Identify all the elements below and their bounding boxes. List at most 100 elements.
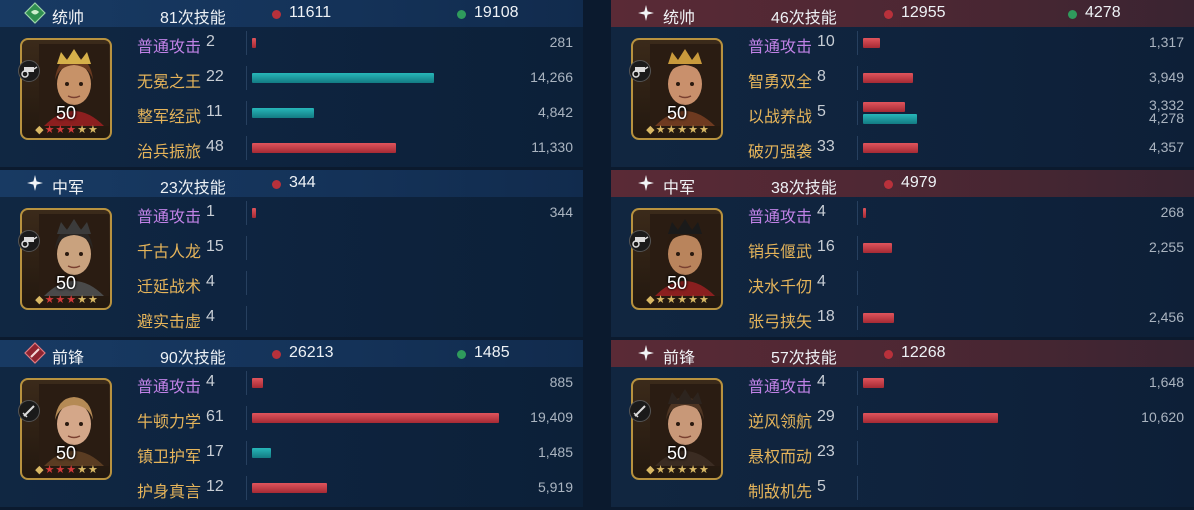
role-label: 统帅: [52, 10, 85, 27]
skill-row[interactable]: 普通攻击 4 1,648: [748, 368, 1194, 398]
divider: [246, 306, 247, 330]
skill-name: 破刃强袭: [748, 144, 813, 161]
skill-count: 38次技能: [771, 180, 837, 197]
heal-total: 1485: [474, 344, 510, 361]
heal-value: 4,842: [537, 104, 573, 120]
divider: [857, 201, 858, 225]
general-portrait[interactable]: 50 ◆★★★★★: [629, 208, 723, 310]
damage-value: 11,330: [531, 139, 573, 155]
skill-row[interactable]: 护身真言 12 5,919: [137, 473, 583, 503]
general-portrait[interactable]: 50 ◆★★★★★: [18, 38, 112, 140]
skill-row[interactable]: 无冕之王 22 14,266: [137, 63, 583, 93]
skill-row[interactable]: 牛顿力学 61 19,409: [137, 403, 583, 433]
skill-name: 普通攻击: [748, 379, 813, 396]
skill-row[interactable]: 销兵偃武 16 2,255: [748, 233, 1194, 263]
skill-name: 以战养战: [748, 109, 813, 126]
damage-value: 268: [1160, 204, 1184, 220]
skill-row[interactable]: 迁延战术 4: [137, 268, 583, 298]
star-rating: ◆★★★★★: [35, 294, 99, 306]
divider: [246, 66, 247, 90]
section-header: 前锋 90次技能 26213 1485: [0, 340, 583, 367]
skill-row[interactable]: 普通攻击 4 885: [137, 368, 583, 398]
general-portrait[interactable]: 50 ◆★★★★★: [629, 38, 723, 140]
damage-value: 1,648: [1148, 374, 1184, 390]
red-sword-diamond-icon: [24, 342, 46, 364]
skill-name: 护身真言: [137, 484, 202, 501]
skill-cast-count: 11: [206, 103, 223, 120]
star-rating: ◆★★★★★: [646, 464, 710, 476]
heal-value: 1,485: [537, 444, 573, 460]
divider: [857, 441, 858, 465]
section-header: 前锋 57次技能 12268: [611, 340, 1194, 367]
skill-cast-count: 16: [817, 238, 835, 255]
skill-cast-count: 1: [206, 203, 215, 220]
skill-row[interactable]: 悬权而动 23: [748, 438, 1194, 468]
skill-row[interactable]: 避实击虚 4: [137, 303, 583, 333]
damage-bar: [252, 38, 256, 48]
damage-value: 3,949: [1148, 69, 1184, 85]
damage-value: 885: [549, 374, 573, 390]
damage-value: 10,620: [1141, 409, 1184, 425]
chariot-icon: [18, 230, 40, 252]
general-portrait[interactable]: 50 ◆★★★★★: [18, 378, 112, 480]
skill-name: 牛顿力学: [137, 414, 202, 431]
skill-name: 张弓挟矢: [748, 314, 813, 331]
damage-bar: [252, 143, 396, 153]
skill-row[interactable]: 镇卫护军 17 1,485: [137, 438, 583, 468]
skill-row[interactable]: 决水千仞 4: [748, 268, 1194, 298]
heal-dot-icon: [457, 350, 466, 359]
skill-row[interactable]: 千古人龙 15: [137, 233, 583, 263]
skill-cast-count: 4: [206, 273, 215, 290]
divider: [246, 441, 247, 465]
skill-cast-count: 29: [817, 408, 835, 425]
divider: [246, 271, 247, 295]
skill-name: 迁延战术: [137, 279, 202, 296]
damage-bar: [252, 378, 263, 388]
skill-name: 避实击虚: [137, 314, 202, 331]
star-rating: ◆★★★★★: [35, 124, 99, 136]
skill-row[interactable]: 治兵振旅 48 11,330: [137, 133, 583, 163]
skill-name: 整军经武: [137, 109, 202, 126]
divider: [246, 406, 247, 430]
skill-cast-count: 12: [206, 478, 224, 495]
damage-value: 5,919: [537, 479, 573, 495]
divider: [857, 476, 858, 500]
skill-cast-count: 17: [206, 443, 224, 460]
skill-row[interactable]: 制敌机先 5: [748, 473, 1194, 503]
skill-row[interactable]: 以战养战 5 3,332 4,278: [748, 97, 1194, 128]
damage-total: 12955: [901, 4, 946, 21]
damage-value: 2,255: [1148, 239, 1184, 255]
skill-row[interactable]: 破刃强袭 33 4,357: [748, 133, 1194, 163]
skill-row[interactable]: 普通攻击 2 281: [137, 28, 583, 58]
skill-row[interactable]: 张弓挟矢 18 2,456: [748, 303, 1194, 333]
skill-row[interactable]: 逆风领航 29 10,620: [748, 403, 1194, 433]
divider: [246, 476, 247, 500]
divider: [857, 236, 858, 260]
sword-icon: [629, 400, 651, 422]
general-portrait[interactable]: 50 ◆★★★★★: [629, 378, 723, 480]
damage-value: 1,317: [1148, 34, 1184, 50]
skill-cast-count: 10: [817, 33, 835, 50]
skill-name: 千古人龙: [137, 244, 202, 261]
skill-row[interactable]: 普通攻击 10 1,317: [748, 28, 1194, 58]
skill-cast-count: 5: [817, 478, 826, 495]
heal-bar: [252, 73, 434, 83]
skill-row[interactable]: 整军经武 11 4,842: [137, 98, 583, 128]
general-level: 50: [55, 273, 77, 293]
divider: [246, 31, 247, 55]
skill-row[interactable]: 普通攻击 1 344: [137, 198, 583, 228]
divider: [246, 236, 247, 260]
skill-cast-count: 18: [817, 308, 835, 325]
skill-row[interactable]: 普通攻击 4 268: [748, 198, 1194, 228]
role-label: 统帅: [663, 10, 696, 27]
general-portrait[interactable]: 50 ◆★★★★★: [18, 208, 112, 310]
divider: [857, 31, 858, 55]
skill-cast-count: 4: [206, 373, 215, 390]
skill-row[interactable]: 智勇双全 8 3,949: [748, 63, 1194, 93]
skill-name: 普通攻击: [137, 39, 202, 56]
section-header: 中军 23次技能 344: [0, 170, 583, 197]
skill-cast-count: 15: [206, 238, 224, 255]
damage-dot-icon: [884, 180, 893, 189]
skill-count: 57次技能: [771, 350, 837, 367]
skill-name: 普通攻击: [137, 209, 202, 226]
